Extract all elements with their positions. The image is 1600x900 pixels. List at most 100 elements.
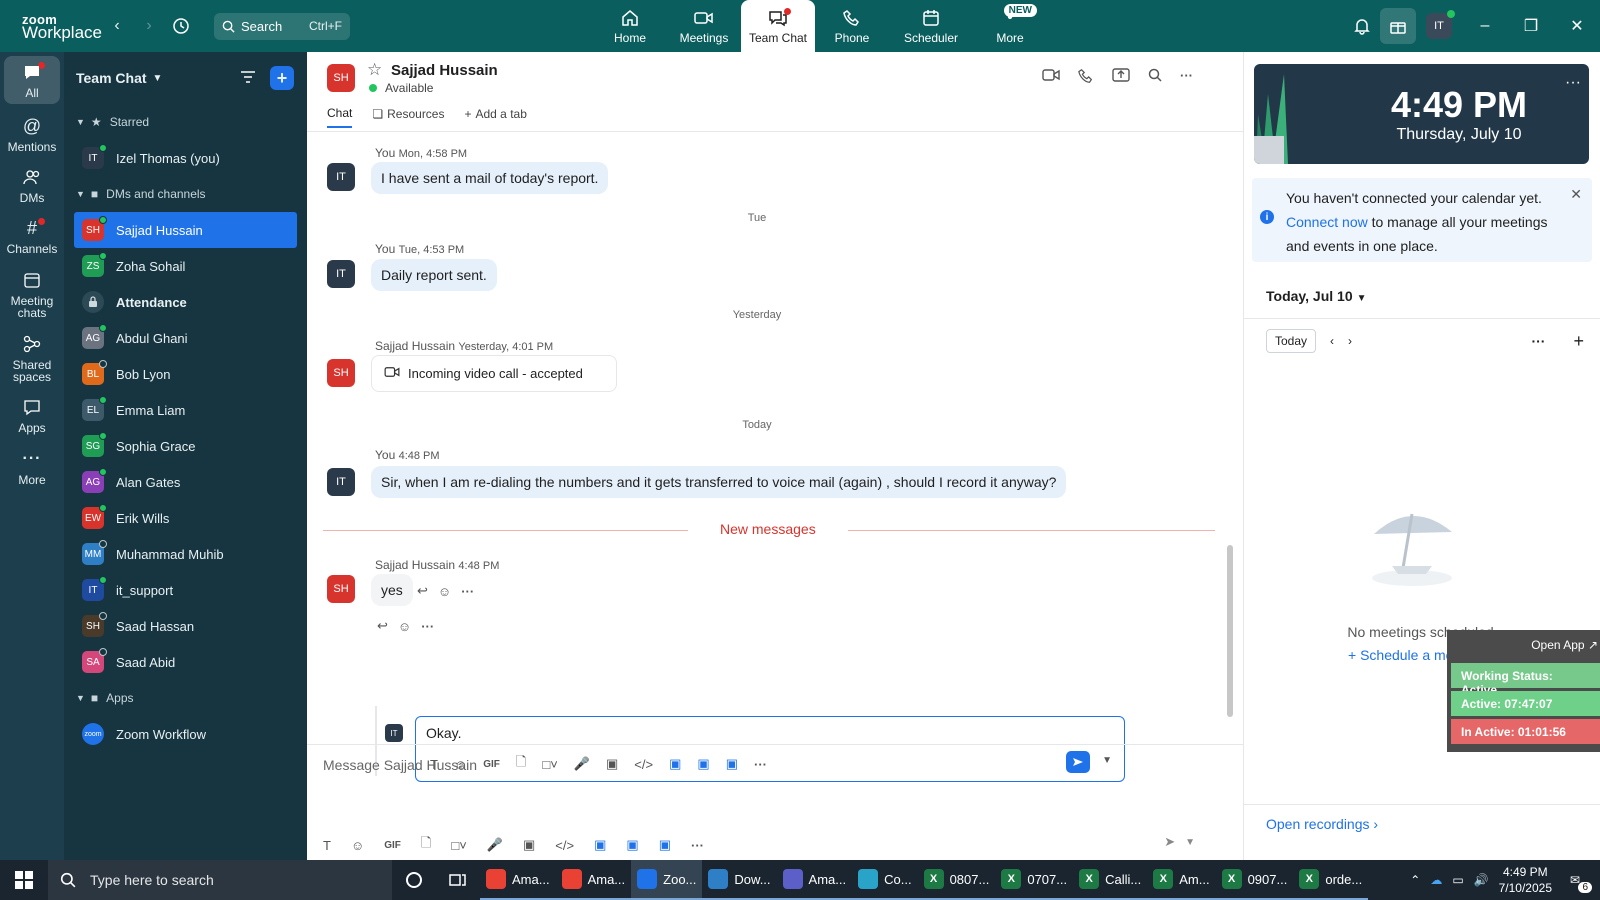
bell-icon[interactable] xyxy=(1344,8,1380,44)
tab-more[interactable]: NEW • More xyxy=(973,0,1047,52)
star-icon[interactable]: ☆ xyxy=(367,60,382,80)
gift-icon[interactable] xyxy=(1380,8,1416,44)
taskbar-app[interactable]: Ama... xyxy=(480,860,556,900)
call-card[interactable]: Incoming video call - accepted xyxy=(371,355,617,392)
chat-item[interactable]: IT it_support xyxy=(64,572,307,608)
open-app-link[interactable]: Open App ↗ xyxy=(1531,638,1598,652)
close-icon[interactable]: ✕ xyxy=(1570,186,1582,203)
task-view-icon[interactable] xyxy=(436,860,480,900)
rail-mentions[interactable]: @ Mentions xyxy=(0,108,64,160)
cortana-icon[interactable] xyxy=(392,860,436,900)
taskbar-app[interactable]: X 0907... xyxy=(1215,860,1294,900)
more-options-icon[interactable]: ··· xyxy=(1531,333,1545,349)
chat-item[interactable]: EL Emma Liam xyxy=(64,392,307,428)
chat-item[interactable]: SG Sophia Grace xyxy=(64,428,307,464)
chat-item[interactable]: SH Sajjad Hussain xyxy=(74,212,297,248)
rail-meeting-chats[interactable]: Meeting chats xyxy=(0,262,64,326)
connect-now-link[interactable]: Connect now xyxy=(1286,214,1368,230)
rail-channels[interactable]: # Channels xyxy=(0,210,64,262)
chat-item[interactable]: EW Erik Wills xyxy=(64,500,307,536)
section-apps[interactable]: ▼ ■ Apps xyxy=(64,680,307,716)
app-icon-3[interactable]: ▣ xyxy=(659,837,671,853)
message-bubble[interactable]: Daily report sent. xyxy=(371,259,497,291)
taskbar-clock[interactable]: 4:49 PM 7/10/2025 xyxy=(1499,864,1552,896)
chat-item[interactable]: AG Abdul Ghani xyxy=(64,320,307,356)
video-call-icon[interactable] xyxy=(1042,68,1060,87)
emoji-reaction-icon[interactable]: ☺ xyxy=(398,619,411,634)
contact-avatar[interactable]: SH xyxy=(327,64,355,92)
taskbar-search[interactable]: Type here to search xyxy=(48,860,392,900)
more-options-icon[interactable]: ··· xyxy=(421,619,434,634)
taskbar-app[interactable]: X Am... xyxy=(1147,860,1216,900)
tab-meetings[interactable]: Meetings xyxy=(667,0,741,52)
history-icon[interactable] xyxy=(172,17,190,35)
taskbar-app[interactable]: X 0707... xyxy=(995,860,1074,900)
chevron-right-icon[interactable]: › xyxy=(1348,334,1352,348)
taskbar-app[interactable]: Co... xyxy=(852,860,918,900)
windows-start-icon[interactable] xyxy=(0,860,48,900)
taskbar-app[interactable]: Zoo... xyxy=(631,860,703,900)
taskbar-app[interactable]: X 0807... xyxy=(917,860,996,900)
chat-item[interactable]: BL Bob Lyon xyxy=(64,356,307,392)
code-snippet-icon[interactable]: </> xyxy=(555,838,574,853)
tab-chat[interactable]: Chat xyxy=(327,106,353,128)
chat-item[interactable]: SA Saad Abid xyxy=(64,644,307,680)
app-icon-1[interactable]: ▣ xyxy=(594,837,606,853)
tab-home[interactable]: Home xyxy=(593,0,667,52)
search-input[interactable]: Search Ctrl+F xyxy=(214,12,350,40)
restore-button[interactable]: ❐ xyxy=(1508,0,1554,52)
chat-item-zoom-workflow[interactable]: zoom Zoom Workflow xyxy=(64,716,307,752)
taskbar-app[interactable]: Dow... xyxy=(702,860,777,900)
rail-shared-spaces[interactable]: Shared spaces xyxy=(0,326,64,390)
tab-phone[interactable]: Phone xyxy=(815,0,889,52)
day-selector[interactable]: Today, Jul 10 ▼ xyxy=(1266,288,1367,304)
chat-item[interactable]: MM Muhammad Muhib xyxy=(64,536,307,572)
close-window-button[interactable]: ✕ xyxy=(1554,0,1600,52)
send-icon[interactable]: ➤ xyxy=(1164,834,1175,850)
taskbar-app[interactable]: Ama... xyxy=(776,860,853,900)
today-button[interactable]: Today xyxy=(1266,329,1317,353)
chevron-down-icon[interactable]: ▼ xyxy=(1185,837,1195,848)
open-recordings-link[interactable]: Open recordings › xyxy=(1266,816,1378,832)
gif-icon[interactable]: GIF xyxy=(384,840,401,851)
chat-item[interactable]: SH Saad Hassan xyxy=(64,608,307,644)
screenshot-icon[interactable]: □˅ xyxy=(451,838,466,853)
user-avatar[interactable]: IT xyxy=(1426,10,1455,39)
chevron-left-icon[interactable]: ‹ xyxy=(1330,334,1334,348)
microphone-icon[interactable]: 🎤 xyxy=(487,837,503,853)
volume-icon[interactable]: 🔊 xyxy=(1474,873,1489,887)
more-options-icon[interactable]: ··· xyxy=(461,584,474,599)
app-icon-2[interactable]: ▣ xyxy=(626,837,638,853)
chat-item-izel-thomas[interactable]: IT Izel Thomas (you) xyxy=(64,140,307,176)
tab-add[interactable]: + Add a tab xyxy=(464,106,526,128)
more-options-icon[interactable]: ··· xyxy=(691,838,704,853)
back-arrow-icon[interactable]: ‹ xyxy=(108,17,126,35)
section-dms-channels[interactable]: ▼ ■ DMs and channels xyxy=(64,176,307,212)
more-options-icon[interactable]: ··· xyxy=(1180,68,1193,87)
message-bubble[interactable]: yes xyxy=(371,574,413,606)
tab-team-chat[interactable]: Team Chat xyxy=(741,0,815,52)
rail-dms[interactable]: DMs xyxy=(0,160,64,210)
network-icon[interactable]: ▭ xyxy=(1452,873,1463,887)
rail-all[interactable]: All xyxy=(0,52,64,108)
reply-icon[interactable]: ↩ xyxy=(417,583,428,599)
chevron-up-icon[interactable]: ⌃ xyxy=(1410,873,1420,887)
chat-item[interactable]: AG Alan Gates xyxy=(64,464,307,500)
reply-icon[interactable]: ↩ xyxy=(377,618,388,634)
phone-icon[interactable] xyxy=(1078,68,1094,87)
share-screen-icon[interactable] xyxy=(1112,68,1130,87)
rail-apps[interactable]: Apps xyxy=(0,390,64,440)
contact-name[interactable]: Sajjad Hussain xyxy=(391,62,498,79)
more-options-icon[interactable]: ··· xyxy=(1565,74,1581,92)
video-message-icon[interactable]: ▣ xyxy=(523,837,535,853)
emoji-icon[interactable]: ☺ xyxy=(351,838,364,853)
taskbar-app[interactable]: Ama... xyxy=(555,860,632,900)
chat-item[interactable]: ZS Zoha Sohail xyxy=(64,248,307,284)
notifications-icon[interactable]: ✉ 6 xyxy=(1562,869,1592,893)
tab-scheduler[interactable]: Scheduler xyxy=(889,0,973,52)
taskbar-app[interactable]: Xorde... xyxy=(1293,860,1369,900)
taskbar-app[interactable]: X Calli... xyxy=(1073,860,1148,900)
message-bubble[interactable]: I have sent a mail of today's report. xyxy=(371,162,609,194)
chat-item[interactable]: Attendance xyxy=(64,284,307,320)
message-composer[interactable]: Message Sajjad Hussain T ☺ GIF 🗋 □˅ 🎤 ▣ … xyxy=(307,744,1243,860)
